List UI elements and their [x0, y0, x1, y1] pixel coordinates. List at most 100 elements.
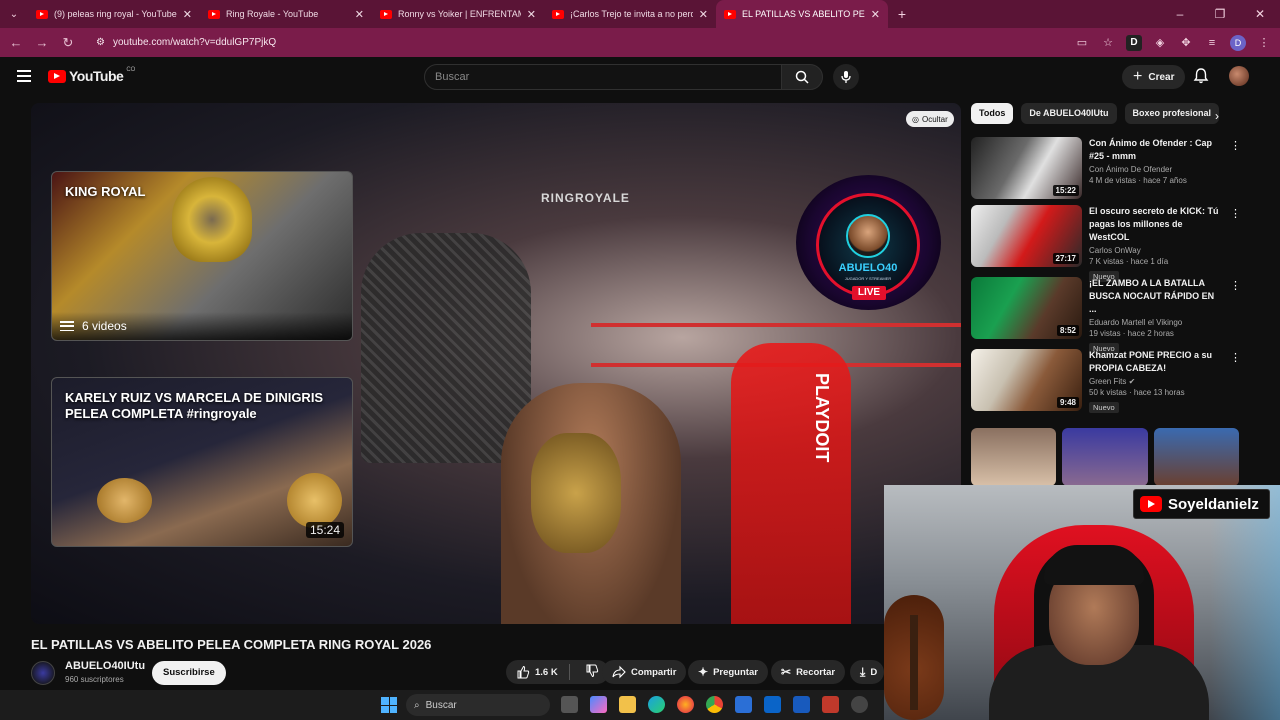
short-thumbnail[interactable]	[971, 428, 1057, 486]
like-button[interactable]: 1.6 K	[516, 665, 558, 679]
channel-avatar[interactable]	[31, 661, 55, 685]
recommendation-item[interactable]: 8:52 ¡EL ZAMBO A LA BATALLA BUSCA NOCAUT…	[971, 277, 1251, 354]
youtube-favicon-icon	[208, 9, 220, 19]
close-window-icon[interactable]: ✕	[1240, 0, 1280, 28]
recommendation-meta: 7 K vistas · hace 1 día	[1089, 257, 1169, 266]
browser-tab-active[interactable]: EL PATILLAS VS ABELITO PE ✕	[716, 0, 888, 28]
app-icon[interactable]	[822, 696, 839, 713]
notifications-bell-icon[interactable]	[1192, 67, 1210, 85]
more-options-icon[interactable]: ⋮	[1230, 207, 1241, 220]
clip-button[interactable]: ✂ Recortar	[771, 660, 846, 684]
windows-start-icon[interactable]	[381, 697, 397, 713]
short-thumbnail[interactable]	[1062, 428, 1148, 486]
cast-icon[interactable]: ▭	[1074, 35, 1090, 51]
new-badge: Nuevo	[1089, 402, 1119, 413]
site-info-icon[interactable]: ⚙	[96, 37, 105, 48]
browser-menu-icon[interactable]: ⋮	[1256, 35, 1272, 51]
end-card-duration: 15:24	[305, 522, 344, 538]
recommendation-meta: 50 k vistas · hace 13 horas	[1089, 388, 1185, 397]
back-icon[interactable]: ←	[8, 35, 24, 50]
close-icon[interactable]: ✕	[183, 8, 192, 21]
browser-tab[interactable]: ¡Carlos Trejo te invita a no perd ✕	[544, 0, 716, 28]
recommendation-item[interactable]: 9:48 Khamzat PONE PRECIO a su PROPIA CAB…	[971, 349, 1251, 415]
extensions-puzzle-icon[interactable]: ✥	[1178, 35, 1194, 51]
short-thumbnail[interactable]	[1153, 428, 1239, 486]
outlook-icon[interactable]	[764, 696, 781, 713]
search-input[interactable]: Buscar	[424, 64, 782, 90]
microphone-icon	[841, 71, 851, 83]
close-icon[interactable]: ✕	[527, 8, 536, 21]
address-bar[interactable]: ⚙ youtube.com/watch?v=ddulGP7PjkQ	[86, 32, 1064, 54]
tab-title: Ring Royale - YouTube	[226, 9, 319, 19]
end-card-playlist[interactable]: KING ROYAL 6 videos	[51, 171, 353, 341]
copilot-icon[interactable]	[590, 696, 607, 713]
edge-icon[interactable]	[648, 696, 665, 713]
more-options-icon[interactable]: ⋮	[1230, 279, 1241, 292]
recommendation-item[interactable]: 27:17 El oscuro secreto de KICK: Tú paga…	[971, 205, 1251, 282]
forward-icon[interactable]: →	[34, 35, 50, 50]
reading-list-icon[interactable]: ≡	[1204, 35, 1220, 51]
live-tag: LIVE	[852, 286, 886, 300]
thumbs-up-icon	[517, 665, 530, 679]
recommendation-item[interactable]: 15:22 Con Ánimo de Ofender : Cap #25 - m…	[971, 137, 1251, 203]
more-options-icon[interactable]: ⋮	[1230, 351, 1241, 364]
subscribe-button[interactable]: Suscribirse	[152, 661, 226, 685]
close-icon[interactable]: ✕	[699, 8, 708, 21]
extension-shield-icon[interactable]: ◈	[1152, 35, 1168, 51]
ring-royale-watermark: RINGROYALE	[541, 191, 630, 205]
word-icon[interactable]	[793, 696, 810, 713]
plus-icon: +	[1133, 68, 1143, 85]
more-options-icon[interactable]: ⋮	[1230, 139, 1241, 152]
chip-boxing[interactable]: Boxeo profesional	[1124, 103, 1220, 124]
video-player[interactable]: RINGROYALE PLAYDOIT ◎ Ocultar ABUELO40 J…	[31, 103, 961, 624]
firefox-icon[interactable]	[677, 696, 694, 713]
sponsor-banner: PLAYDOIT	[812, 373, 832, 463]
ask-button[interactable]: ✦ Preguntar	[688, 660, 768, 684]
taskbar-search[interactable]: ⌕ Buscar	[406, 694, 550, 716]
subscriber-count: 960 suscriptores	[65, 675, 124, 684]
share-label: Compartir	[631, 666, 677, 678]
minimize-icon[interactable]: –	[1160, 0, 1200, 28]
store-icon[interactable]	[735, 696, 752, 713]
led-light	[1210, 485, 1280, 720]
youtube-logo[interactable]: YouTube CO	[48, 67, 135, 84]
channel-name[interactable]: ABUELO40IUtu	[65, 660, 145, 672]
profile-avatar[interactable]: D	[1230, 34, 1246, 51]
browser-tab[interactable]: Ring Royale - YouTube ✕	[200, 0, 372, 28]
end-card-video[interactable]: KARELY RUIZ VS MARCELA DE DINIGRIS PELEA…	[51, 377, 353, 547]
voice-search-button[interactable]	[833, 64, 859, 90]
share-button[interactable]: Compartir	[602, 660, 687, 684]
browser-toolbar: ← → ↻ ⚙ youtube.com/watch?v=ddulGP7PjkQ …	[0, 28, 1280, 57]
browser-tab[interactable]: (9) peleas ring royal - YouTube ✕	[28, 0, 200, 28]
task-view-icon[interactable]	[561, 696, 578, 713]
tab-search-button[interactable]: ⌄	[0, 0, 28, 28]
thumbs-down-icon	[586, 664, 598, 677]
download-button[interactable]: ⤓ D	[850, 660, 884, 684]
close-icon[interactable]: ✕	[355, 8, 364, 21]
close-icon[interactable]: ✕	[871, 8, 880, 21]
create-button[interactable]: + Crear	[1122, 65, 1186, 89]
hamburger-menu-icon[interactable]	[17, 70, 31, 82]
bookmark-star-icon[interactable]: ☆	[1100, 35, 1116, 51]
app-icon[interactable]	[851, 696, 868, 713]
search-button[interactable]	[781, 64, 823, 90]
guitar	[884, 595, 944, 720]
extension-d-icon[interactable]: D	[1126, 34, 1142, 51]
chip-all[interactable]: Todos	[971, 103, 1014, 124]
ask-label: Preguntar	[713, 666, 758, 678]
recommendation-meta: 19 vistas · hace 2 horas	[1089, 329, 1174, 338]
chevron-right-icon[interactable]: ›	[1215, 109, 1219, 123]
hide-cards-button[interactable]: ◎ Ocultar	[906, 111, 954, 127]
chip-channel[interactable]: De ABUELO40IUtu	[1021, 103, 1117, 124]
recommendation-channel: Eduardo Martell el Vikingo	[1089, 318, 1183, 327]
reload-icon[interactable]: ↻	[60, 35, 76, 51]
maximize-icon[interactable]: ❐	[1200, 0, 1240, 28]
file-explorer-icon[interactable]	[619, 696, 636, 713]
account-avatar[interactable]	[1229, 66, 1249, 86]
browser-tab[interactable]: Ronny vs Yoiker | ENFRENTAMI ✕	[372, 0, 544, 28]
chrome-icon[interactable]	[706, 696, 723, 713]
new-tab-button[interactable]: +	[888, 6, 916, 22]
guitar-neck	[910, 615, 918, 710]
thumbnail-glove	[97, 478, 152, 523]
recommendation-channel: Con Ánimo De Ofender	[1089, 165, 1173, 174]
